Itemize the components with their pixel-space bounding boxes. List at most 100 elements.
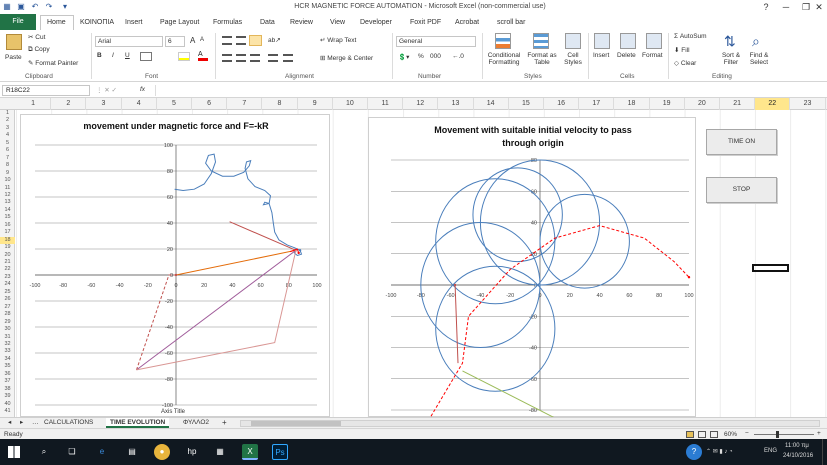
- format-cells-icon[interactable]: [646, 33, 662, 49]
- merge-center-button[interactable]: ⊞ Merge & Center: [320, 54, 373, 62]
- format-as-table-icon[interactable]: [533, 33, 549, 49]
- sort-filter-label[interactable]: Sort & Filter: [717, 52, 745, 66]
- photoshop-icon[interactable]: Ps: [272, 444, 288, 460]
- row-header[interactable]: 5: [0, 140, 15, 147]
- row-header[interactable]: 18: [0, 236, 15, 245]
- language-indicator[interactable]: ENG: [764, 448, 777, 454]
- row-header[interactable]: 20: [0, 252, 15, 259]
- tab-review[interactable]: Review: [290, 16, 313, 29]
- row-header[interactable]: 13: [0, 199, 15, 206]
- grow-font-button[interactable]: A: [190, 36, 195, 45]
- center-icon[interactable]: [236, 54, 246, 62]
- delete-cells-icon[interactable]: [620, 33, 636, 49]
- row-header[interactable]: 10: [0, 177, 15, 184]
- column-header[interactable]: 8: [262, 98, 298, 110]
- align-top-icon[interactable]: [222, 36, 232, 45]
- row-header[interactable]: 40: [0, 401, 15, 408]
- column-header[interactable]: 13: [438, 98, 474, 110]
- time-on-button[interactable]: TIME ON: [706, 129, 777, 155]
- row-header[interactable]: 1: [0, 110, 15, 117]
- selected-cell[interactable]: [752, 264, 789, 272]
- excel-taskbar-icon[interactable]: X: [242, 444, 258, 460]
- chart-velocity-origin[interactable]: Movement with suitable initial velocity …: [368, 117, 696, 418]
- sheet-tab-time-evolution[interactable]: TIME EVOLUTION: [106, 418, 170, 428]
- row-header[interactable]: 24: [0, 281, 15, 288]
- row-header[interactable]: 35: [0, 363, 15, 370]
- row-header[interactable]: 38: [0, 386, 15, 393]
- font-name-dropdown[interactable]: Arial: [95, 36, 163, 47]
- column-header[interactable]: 22: [755, 98, 791, 110]
- normal-view-icon[interactable]: [686, 431, 694, 438]
- row-header[interactable]: 8: [0, 162, 15, 169]
- stop-button[interactable]: STOP: [706, 177, 777, 203]
- tab-scroll-bar[interactable]: scroll bar: [497, 16, 525, 29]
- paste-label[interactable]: Paste: [5, 54, 22, 61]
- zoom-in-button[interactable]: +: [817, 430, 821, 437]
- cell-styles-icon[interactable]: [565, 33, 581, 49]
- minimize-button[interactable]: ─: [775, 0, 797, 14]
- decrease-indent-icon[interactable]: [268, 54, 278, 62]
- edge-icon[interactable]: e: [94, 444, 110, 460]
- cell-styles-label[interactable]: Cell Styles: [560, 52, 586, 66]
- increase-indent-icon[interactable]: [283, 54, 293, 62]
- column-header[interactable]: 18: [614, 98, 650, 110]
- tab-foxit-pdf[interactable]: Foxit PDF: [410, 16, 441, 29]
- row-header[interactable]: 36: [0, 371, 15, 378]
- shrink-font-button[interactable]: A: [200, 37, 204, 43]
- tab-home[interactable]: Home: [47, 16, 66, 29]
- accounting-icon[interactable]: 💲▾: [398, 53, 409, 61]
- row-header[interactable]: 32: [0, 341, 15, 348]
- file-explorer-icon[interactable]: ▤: [124, 444, 140, 460]
- row-header[interactable]: 11: [0, 185, 15, 192]
- column-header[interactable]: 1: [16, 98, 52, 110]
- align-right-icon[interactable]: [250, 54, 260, 62]
- cut-button[interactable]: ✂ Cut: [28, 33, 45, 41]
- row-header[interactable]: 39: [0, 393, 15, 400]
- show-desktop[interactable]: [822, 439, 827, 465]
- clock-date[interactable]: 24/10/2016: [783, 453, 813, 459]
- bold-button[interactable]: B: [97, 52, 102, 59]
- format-cells-label[interactable]: Format: [642, 52, 663, 59]
- row-header[interactable]: 31: [0, 334, 15, 341]
- chrome-icon[interactable]: ●: [154, 444, 170, 460]
- column-header[interactable]: 16: [544, 98, 580, 110]
- row-header[interactable]: 22: [0, 266, 15, 273]
- start-icon[interactable]: [8, 446, 20, 458]
- scrollbar-thumb[interactable]: [251, 421, 341, 426]
- tab-data[interactable]: Data: [260, 16, 275, 29]
- column-header[interactable]: 5: [157, 98, 192, 110]
- row-header[interactable]: 9: [0, 170, 15, 177]
- zoom-slider[interactable]: [754, 431, 814, 438]
- chart-magnetic-force[interactable]: movement under magnetic force and F=-kR …: [20, 114, 330, 417]
- tab-insert[interactable]: Insert: [125, 16, 143, 29]
- delete-cells-label[interactable]: Delete: [617, 52, 636, 59]
- sheet-nav-prev[interactable]: ◂: [4, 418, 15, 428]
- column-header[interactable]: 20: [685, 98, 720, 110]
- row-header[interactable]: 7: [0, 155, 15, 162]
- conditional-formatting-icon[interactable]: [495, 33, 511, 49]
- row-header[interactable]: 33: [0, 348, 15, 355]
- format-painter-button[interactable]: ✎ Format Painter: [28, 59, 78, 67]
- tab-developer[interactable]: Developer: [360, 16, 392, 29]
- row-header[interactable]: 21: [0, 259, 15, 266]
- row-header[interactable]: 12: [0, 192, 15, 199]
- help-button[interactable]: ?: [755, 0, 777, 14]
- clear-button[interactable]: ◇ Clear: [674, 59, 696, 67]
- tab-view[interactable]: View: [330, 16, 345, 29]
- column-header[interactable]: 2: [51, 98, 87, 110]
- column-header[interactable]: 15: [509, 98, 544, 110]
- insert-cells-label[interactable]: Insert: [593, 52, 609, 59]
- row-header[interactable]: 15: [0, 214, 15, 221]
- undo-icon[interactable]: ↶: [30, 2, 40, 12]
- format-as-table-label[interactable]: Format as Table: [525, 52, 559, 66]
- tray-icons[interactable]: ⌃ ✉ ▮ ♪ ◔: [706, 448, 733, 455]
- tab-acrobat[interactable]: Acrobat: [455, 16, 479, 29]
- find-select-icon[interactable]: ⌕: [752, 33, 760, 50]
- row-header[interactable]: 37: [0, 378, 15, 385]
- row-header[interactable]: 30: [0, 326, 15, 333]
- save-icon[interactable]: ▣: [16, 2, 26, 12]
- italic-button[interactable]: I: [112, 52, 114, 59]
- column-header[interactable]: 3: [86, 98, 122, 110]
- orientation-icon[interactable]: ab↗: [268, 36, 281, 44]
- percent-button[interactable]: %: [418, 53, 424, 60]
